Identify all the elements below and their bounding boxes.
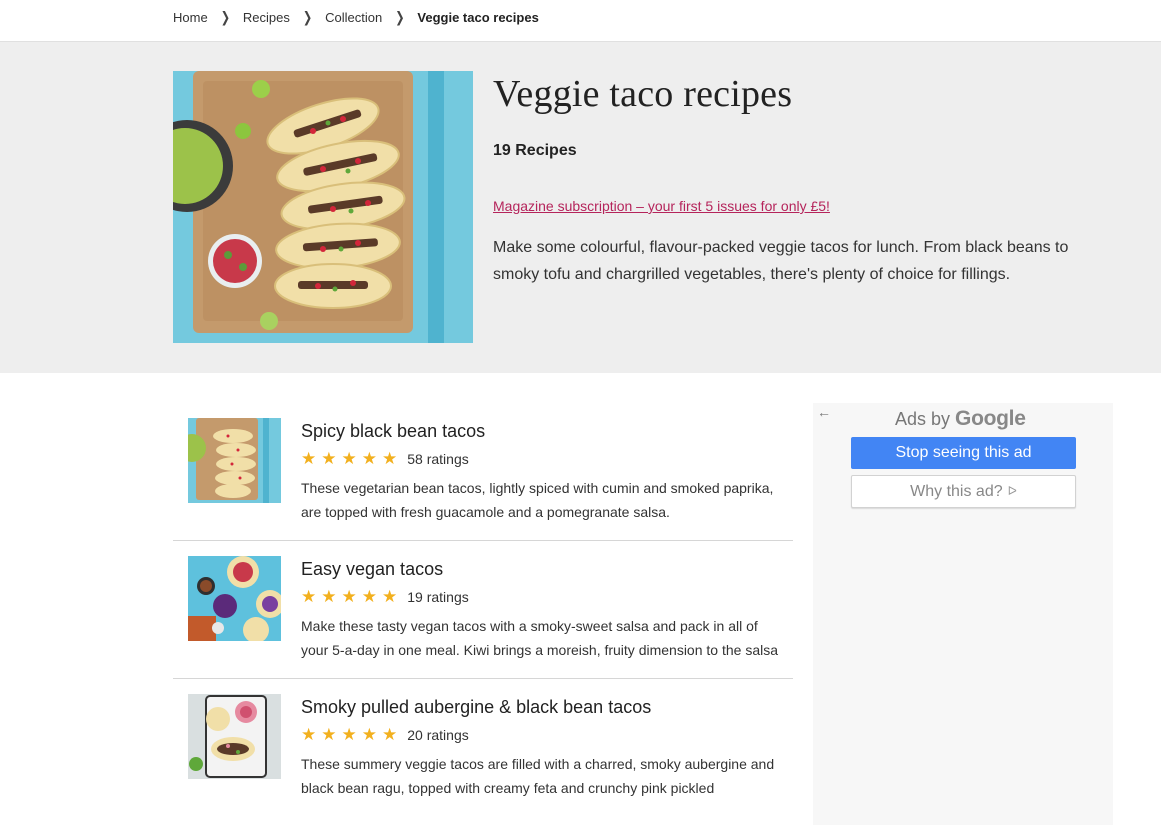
ratings-count: 19 ratings [407, 588, 469, 605]
recipe-title-link[interactable]: Spicy black bean tacos [301, 421, 485, 442]
page-title: Veggie taco recipes [493, 73, 793, 115]
recipe-count: 19 Recipes [493, 142, 577, 159]
recipe-body: Smoky pulled aubergine & black bean taco… [301, 694, 781, 800]
star-icon: ★ [361, 725, 377, 744]
recipe-thumbnail[interactable] [188, 556, 281, 641]
star-icon: ★ [301, 449, 317, 468]
star-icon: ★ [361, 587, 377, 606]
star-icon: ★ [321, 725, 337, 744]
recipe-thumbnail[interactable] [188, 418, 281, 503]
star-icon: ★ [341, 587, 357, 606]
chevron-right-icon: ❯ [220, 9, 230, 26]
stop-seeing-ad-button[interactable]: Stop seeing this ad [851, 437, 1076, 469]
hero-image [173, 71, 473, 343]
recipe-title-link[interactable]: Smoky pulled aubergine & black bean taco… [301, 697, 651, 718]
star-icon: ★ [301, 725, 317, 744]
star-rating: ★ ★ ★ ★ ★ 19 ratings [301, 588, 781, 605]
star-rating: ★ ★ ★ ★ ★ 20 ratings [301, 726, 781, 743]
why-this-ad-label: Why this ad? [910, 483, 1003, 500]
magazine-subscription-link[interactable]: Magazine subscription – your first 5 iss… [493, 198, 830, 214]
chevron-right-icon: ❯ [302, 9, 313, 26]
recipe-list: Spicy black bean tacos ★ ★ ★ ★ ★ 58 rati… [173, 403, 793, 816]
vegan-tacos-thumbnail-image [188, 556, 281, 641]
tacos-thumbnail-image [188, 418, 281, 503]
ads-by-text: Ads by [895, 409, 951, 429]
chevron-right-icon: ❯ [395, 9, 405, 26]
collection-hero: Veggie taco recipes 19 Recipes Magazine … [0, 41, 1161, 373]
recipe-body: Easy vegan tacos ★ ★ ★ ★ ★ 19 ratings Ma… [301, 556, 781, 662]
ads-by-google-label: Ads by Google [895, 407, 1026, 431]
star-icon: ★ [382, 587, 398, 606]
ad-panel: ← Ads by Google Stop seeing this ad Why … [813, 403, 1113, 825]
star-rating: ★ ★ ★ ★ ★ 58 ratings [301, 450, 781, 467]
recipe-description: These summery veggie tacos are filled wi… [301, 756, 775, 796]
star-icon: ★ [361, 449, 377, 468]
breadcrumb: Home ❯ Recipes ❯ Collection ❯ Veggie tac… [173, 0, 539, 34]
google-logo: Google [955, 407, 1026, 430]
collection-description: Make some colourful, flavour-packed vegg… [493, 239, 1069, 283]
recipe-title-link[interactable]: Easy vegan tacos [301, 559, 443, 580]
star-icon: ★ [341, 449, 357, 468]
breadcrumb-collection[interactable]: Collection [325, 10, 382, 25]
tacos-photo [173, 71, 473, 343]
recipe-description: These vegetarian bean tacos, lightly spi… [301, 480, 774, 520]
breadcrumb-recipes[interactable]: Recipes [243, 10, 290, 25]
star-icon: ★ [321, 449, 337, 468]
play-triangle-icon: ᐅ [1007, 484, 1017, 498]
star-icon: ★ [341, 725, 357, 744]
recipe-description: Make these tasty vegan tacos with a smok… [301, 618, 778, 658]
why-this-ad-button[interactable]: Why this ad? ᐅ [851, 475, 1076, 508]
ratings-count: 20 ratings [407, 726, 469, 743]
recipe-card: Easy vegan tacos ★ ★ ★ ★ ★ 19 ratings Ma… [173, 541, 793, 679]
star-icon: ★ [321, 587, 337, 606]
aubergine-tacos-thumbnail-image [188, 694, 281, 779]
star-icon: ★ [382, 725, 398, 744]
back-arrow-icon[interactable]: ← [817, 404, 831, 420]
recipe-thumbnail[interactable] [188, 694, 281, 779]
recipe-card: Smoky pulled aubergine & black bean taco… [173, 679, 793, 816]
breadcrumb-current: Veggie taco recipes [417, 9, 539, 25]
star-icon: ★ [301, 587, 317, 606]
breadcrumb-home[interactable]: Home [173, 10, 208, 25]
recipe-body: Spicy black bean tacos ★ ★ ★ ★ ★ 58 rati… [301, 418, 781, 524]
recipe-card: Spicy black bean tacos ★ ★ ★ ★ ★ 58 rati… [173, 403, 793, 541]
star-icon: ★ [382, 449, 398, 468]
ratings-count: 58 ratings [407, 450, 469, 467]
